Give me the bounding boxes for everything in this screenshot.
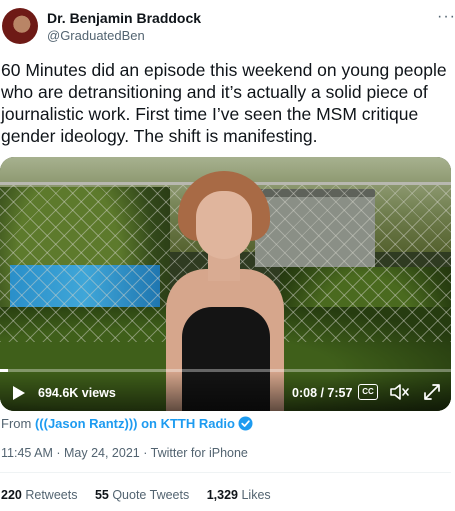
video-view-count: 694.6K views [38, 386, 116, 400]
verified-badge-icon [238, 416, 253, 434]
retweets-stat[interactable]: 220 Retweets [1, 488, 77, 502]
video-timestamp: 0:08 / 7:57 [292, 386, 353, 400]
video-progress-bar[interactable] [0, 369, 451, 372]
video-source: From (((Jason Rantz))) on KTTH Radio [1, 416, 253, 434]
captions-icon[interactable]: CC [358, 384, 378, 400]
quote-tweets-count: 55 [94, 488, 109, 502]
divider [0, 472, 451, 473]
likes-label: Likes [241, 488, 271, 502]
volume-muted-icon[interactable] [389, 383, 409, 406]
quote-tweets-label: Quote Tweets [112, 488, 190, 502]
video-player[interactable]: 694.6K views 0:08 / 7:57 CC [0, 157, 451, 411]
author-avatar[interactable] [2, 8, 38, 44]
video-source-prefix: From [1, 416, 35, 431]
quote-tweets-stat[interactable]: 55 Quote Tweets [95, 488, 189, 502]
tweet-timestamp[interactable]: 11:45 AM · May 24, 2021 · Twitter for iP… [1, 446, 248, 460]
video-frame-person-face [196, 191, 252, 259]
fullscreen-icon[interactable] [423, 383, 441, 406]
author-name[interactable]: Dr. Benjamin Braddock [47, 10, 201, 26]
video-source-link[interactable]: (((Jason Rantz))) on KTTH Radio [35, 416, 235, 431]
engagement-stats: 220 Retweets 55 Quote Tweets 1,329 Likes [1, 488, 285, 502]
more-options-icon[interactable]: ··· [437, 8, 455, 26]
retweets-count: 220 [1, 488, 22, 502]
retweets-label: Retweets [25, 488, 78, 502]
likes-stat[interactable]: 1,329 Likes [207, 488, 271, 502]
video-progress-fill [0, 369, 8, 372]
tweet-text: 60 Minutes did an episode this weekend o… [1, 60, 447, 146]
likes-count: 1,329 [206, 488, 238, 502]
play-icon[interactable] [12, 385, 26, 406]
author-handle[interactable]: @GraduatedBen [47, 28, 145, 43]
